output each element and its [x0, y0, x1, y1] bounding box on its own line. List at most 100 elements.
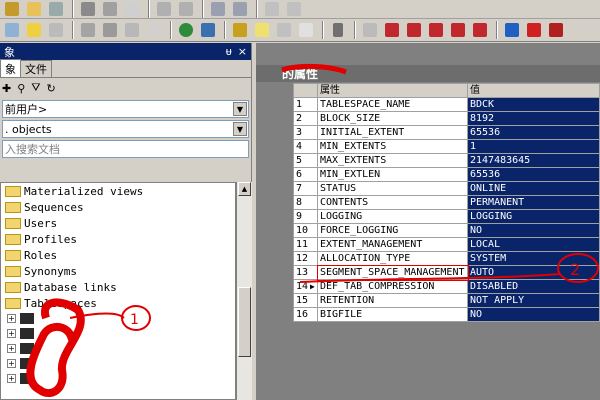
find-icon[interactable]: [208, 0, 228, 18]
table-row[interactable]: 5 MAX_EXTENTS 2147483645: [293, 153, 600, 168]
scroll-thumb[interactable]: [238, 287, 251, 357]
tablespace-node[interactable]: +: [7, 326, 235, 341]
pin-icon[interactable]: ᵾ: [226, 45, 232, 58]
tree-item-tablespaces[interactable]: Tablespaces: [1, 295, 235, 311]
edit-icon[interactable]: [46, 0, 66, 18]
property-value[interactable]: SYSTEM: [467, 251, 600, 266]
refresh-icon[interactable]: ↻: [47, 82, 56, 95]
owner-combo[interactable]: 前用户> ▼: [2, 100, 249, 118]
run-to-icon[interactable]: [470, 21, 490, 39]
explain-icon[interactable]: [230, 21, 250, 39]
query-icon[interactable]: [46, 21, 66, 39]
table-row[interactable]: 16 BIGFILE NO: [293, 307, 600, 322]
notes-icon[interactable]: [252, 21, 272, 39]
property-value[interactable]: 8192: [467, 111, 600, 126]
commit-icon[interactable]: [176, 21, 196, 39]
tree-item[interactable]: Synonyms: [1, 263, 235, 279]
report-icon[interactable]: [274, 21, 294, 39]
execute-icon[interactable]: [24, 21, 44, 39]
tree-item[interactable]: Profiles: [1, 231, 235, 247]
add-icon[interactable]: ✚: [2, 82, 11, 95]
table-row[interactable]: 13 SEGMENT_SPACE_MANAGEMENT AUTO: [293, 264, 600, 281]
table-row[interactable]: 15 RETENTION NOT APPLY: [293, 293, 600, 308]
chevron-down-icon[interactable]: ▼: [233, 102, 247, 116]
breakpoint-icon[interactable]: [382, 21, 402, 39]
scroll-up-icon[interactable]: ▲: [238, 182, 251, 196]
print-icon[interactable]: [100, 0, 120, 18]
table-row[interactable]: 3 INITIAL_EXTENT 65536: [293, 125, 600, 140]
tree-scrollbar[interactable]: ▲: [236, 182, 252, 400]
step-over-icon[interactable]: [426, 21, 446, 39]
table-row[interactable]: 8 CONTENTS PERMANENT: [293, 195, 600, 210]
table-row[interactable]: 9 LOGGING LOGGING: [293, 209, 600, 224]
filter-icon[interactable]: ⛛: [31, 81, 40, 95]
step-out-icon[interactable]: [448, 21, 468, 39]
expand-icon[interactable]: +: [7, 329, 16, 338]
close-icon[interactable]: ×: [238, 45, 247, 58]
property-value[interactable]: AUTO: [467, 265, 600, 280]
list-icon[interactable]: [284, 0, 304, 18]
binoculars-icon[interactable]: ⚲: [17, 82, 25, 95]
tablespace-node[interactable]: +: [7, 371, 235, 386]
tablespace-node[interactable]: +: [7, 341, 235, 356]
tablespace-node[interactable]: +: [7, 356, 235, 371]
property-value[interactable]: PERMANENT: [467, 195, 600, 210]
redo-icon[interactable]: [176, 0, 196, 18]
property-value[interactable]: 2147483645: [467, 153, 600, 168]
table-row[interactable]: 4 MIN_EXTENTS 1: [293, 139, 600, 154]
table-row[interactable]: 11 EXTENT_MANAGEMENT LOCAL: [293, 237, 600, 252]
header-value[interactable]: 值: [467, 83, 600, 98]
table-row[interactable]: 10 FORCE_LOGGING NO: [293, 223, 600, 238]
expand-icon[interactable]: +: [7, 374, 16, 383]
property-value[interactable]: NOT APPLY: [467, 293, 600, 308]
property-value[interactable]: NO: [467, 223, 600, 238]
rollback-icon[interactable]: [198, 21, 218, 39]
open-icon[interactable]: [24, 0, 44, 18]
undo-icon[interactable]: [154, 0, 174, 18]
tree-item[interactable]: Sequences: [1, 199, 235, 215]
property-value[interactable]: 65536: [467, 125, 600, 140]
search-input[interactable]: 入搜索文档: [2, 140, 249, 158]
tree-item[interactable]: Users: [1, 215, 235, 231]
schedule-icon[interactable]: [296, 21, 316, 39]
sql-icon[interactable]: [122, 21, 142, 39]
table-row[interactable]: 1 TABLESPACE_NAME BDCK: [293, 97, 600, 112]
database-icon[interactable]: [78, 21, 98, 39]
dropdown-icon[interactable]: [144, 21, 164, 39]
property-value[interactable]: LOGGING: [467, 209, 600, 224]
property-value[interactable]: DISABLED: [467, 279, 600, 294]
property-value[interactable]: 65536: [467, 167, 600, 182]
connect-icon[interactable]: [2, 0, 22, 18]
expand-icon[interactable]: +: [7, 359, 16, 368]
window-icon[interactable]: [262, 0, 282, 18]
object-type-combo[interactable]: . objects ▼: [2, 120, 249, 138]
table-row[interactable]: 14 ▶ DEF_TAB_COMPRESSION DISABLED: [293, 279, 600, 294]
table-row[interactable]: 12 ALLOCATION_TYPE SYSTEM: [293, 251, 600, 266]
table-row[interactable]: 6 MIN_EXTLEN 65536: [293, 167, 600, 182]
tab-objects[interactable]: 象: [0, 59, 21, 77]
tools-icon[interactable]: [328, 21, 348, 39]
document-icon[interactable]: [122, 0, 142, 18]
tree-item[interactable]: Roles: [1, 247, 235, 263]
tree-item[interactable]: Materialized views: [1, 183, 235, 199]
export-icon[interactable]: [100, 21, 120, 39]
table-row[interactable]: 2 BLOCK_SIZE 8192: [293, 111, 600, 126]
tab-files[interactable]: 文件: [20, 60, 52, 77]
replace-icon[interactable]: [230, 0, 250, 18]
new-sql-icon[interactable]: [2, 21, 22, 39]
property-value[interactable]: LOCAL: [467, 237, 600, 252]
table-row[interactable]: 7 STATUS ONLINE: [293, 181, 600, 196]
property-value[interactable]: NO: [467, 307, 600, 322]
property-value[interactable]: ONLINE: [467, 181, 600, 196]
chevron-down-icon[interactable]: ▼: [233, 122, 247, 136]
car-icon[interactable]: [546, 21, 566, 39]
arrow-right-blue-icon[interactable]: [502, 21, 522, 39]
property-value[interactable]: BDCK: [467, 97, 600, 112]
expand-icon[interactable]: +: [7, 344, 16, 353]
tree-item[interactable]: Database links: [1, 279, 235, 295]
tablespace-node[interactable]: +: [7, 311, 235, 326]
expand-icon[interactable]: +: [7, 314, 16, 323]
save-icon[interactable]: [78, 0, 98, 18]
header-property[interactable]: 属性: [317, 83, 468, 98]
debug-icon[interactable]: [360, 21, 380, 39]
